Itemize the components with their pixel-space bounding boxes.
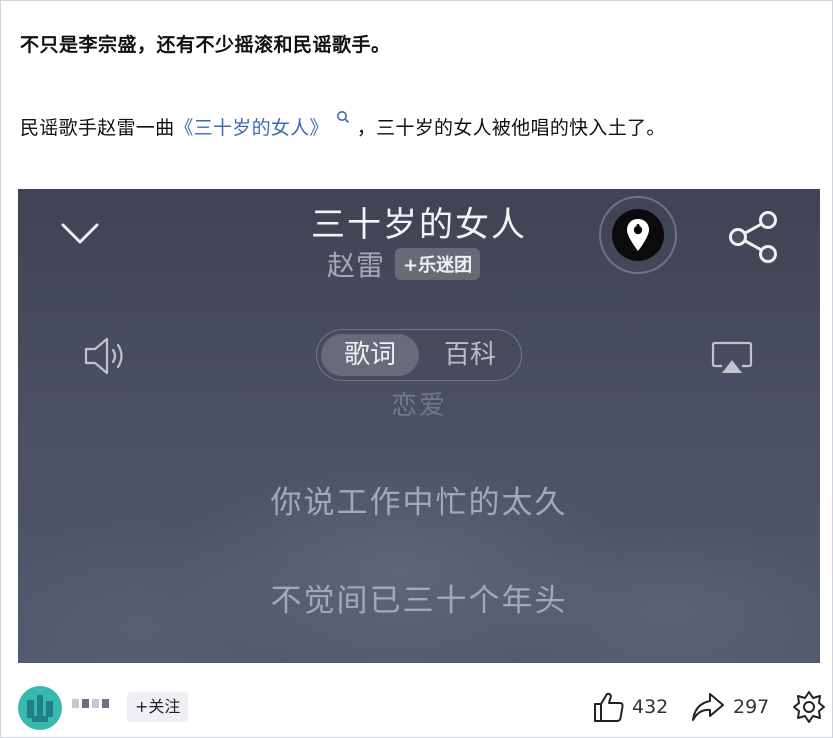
post-text-line2: 民谣歌手赵雷一曲 《三十岁的女人》 ，三十岁的女人被他唱的快入土了。 bbox=[20, 110, 666, 140]
lyric-line-1: 你说工作中忙的太久 bbox=[270, 485, 568, 521]
forward-icon[interactable] bbox=[690, 690, 726, 724]
like-count: 432 bbox=[632, 696, 669, 718]
artist-name[interactable]: 赵雷 bbox=[327, 244, 385, 284]
tab-lyrics[interactable]: 歌词 bbox=[321, 334, 419, 376]
airplay-icon[interactable] bbox=[710, 340, 754, 376]
follow-button[interactable]: +关注 bbox=[127, 692, 189, 722]
song-title: 三十岁的女人 bbox=[311, 205, 527, 245]
post-text-line1: 不只是李宗盛，还有不少摇滚和民谣歌手。 bbox=[20, 34, 391, 56]
share-icon[interactable] bbox=[725, 209, 781, 265]
search-icon[interactable] bbox=[335, 109, 353, 129]
faded-lyric-line: 恋爱 bbox=[390, 391, 447, 421]
location-pin-button[interactable] bbox=[599, 196, 677, 274]
music-player-screenshot: 三十岁的女人 赵雷 +乐迷团 歌词 百科 恋爱 你说工作中忙的太久 不觉间已三十… bbox=[18, 189, 820, 663]
fan-club-button[interactable]: +乐迷团 bbox=[395, 248, 481, 280]
song-link[interactable]: 《三十岁的女人》 bbox=[174, 113, 328, 140]
line2-suffix: ，三十岁的女人被他唱的快入土了。 bbox=[356, 117, 666, 139]
share-count: 297 bbox=[733, 696, 770, 718]
volume-icon[interactable] bbox=[82, 335, 130, 377]
lyric-line-2: 不觉间已三十个年头 bbox=[270, 583, 568, 619]
line2-prefix: 民谣歌手赵雷一曲 bbox=[20, 117, 175, 139]
username-blurred[interactable] bbox=[72, 699, 109, 708]
pin-icon-bg bbox=[612, 209, 664, 261]
post-footer: +关注 432 297 bbox=[0, 682, 833, 732]
tab-encyclopedia[interactable]: 百科 bbox=[421, 334, 519, 376]
settings-icon[interactable] bbox=[792, 690, 826, 724]
lyrics-tab-bar: 歌词 百科 bbox=[316, 329, 522, 381]
avatar[interactable] bbox=[18, 686, 62, 730]
pin-icon bbox=[627, 219, 649, 251]
artist-row: 赵雷 +乐迷团 bbox=[327, 244, 481, 284]
thumbs-up-icon[interactable] bbox=[592, 690, 626, 724]
